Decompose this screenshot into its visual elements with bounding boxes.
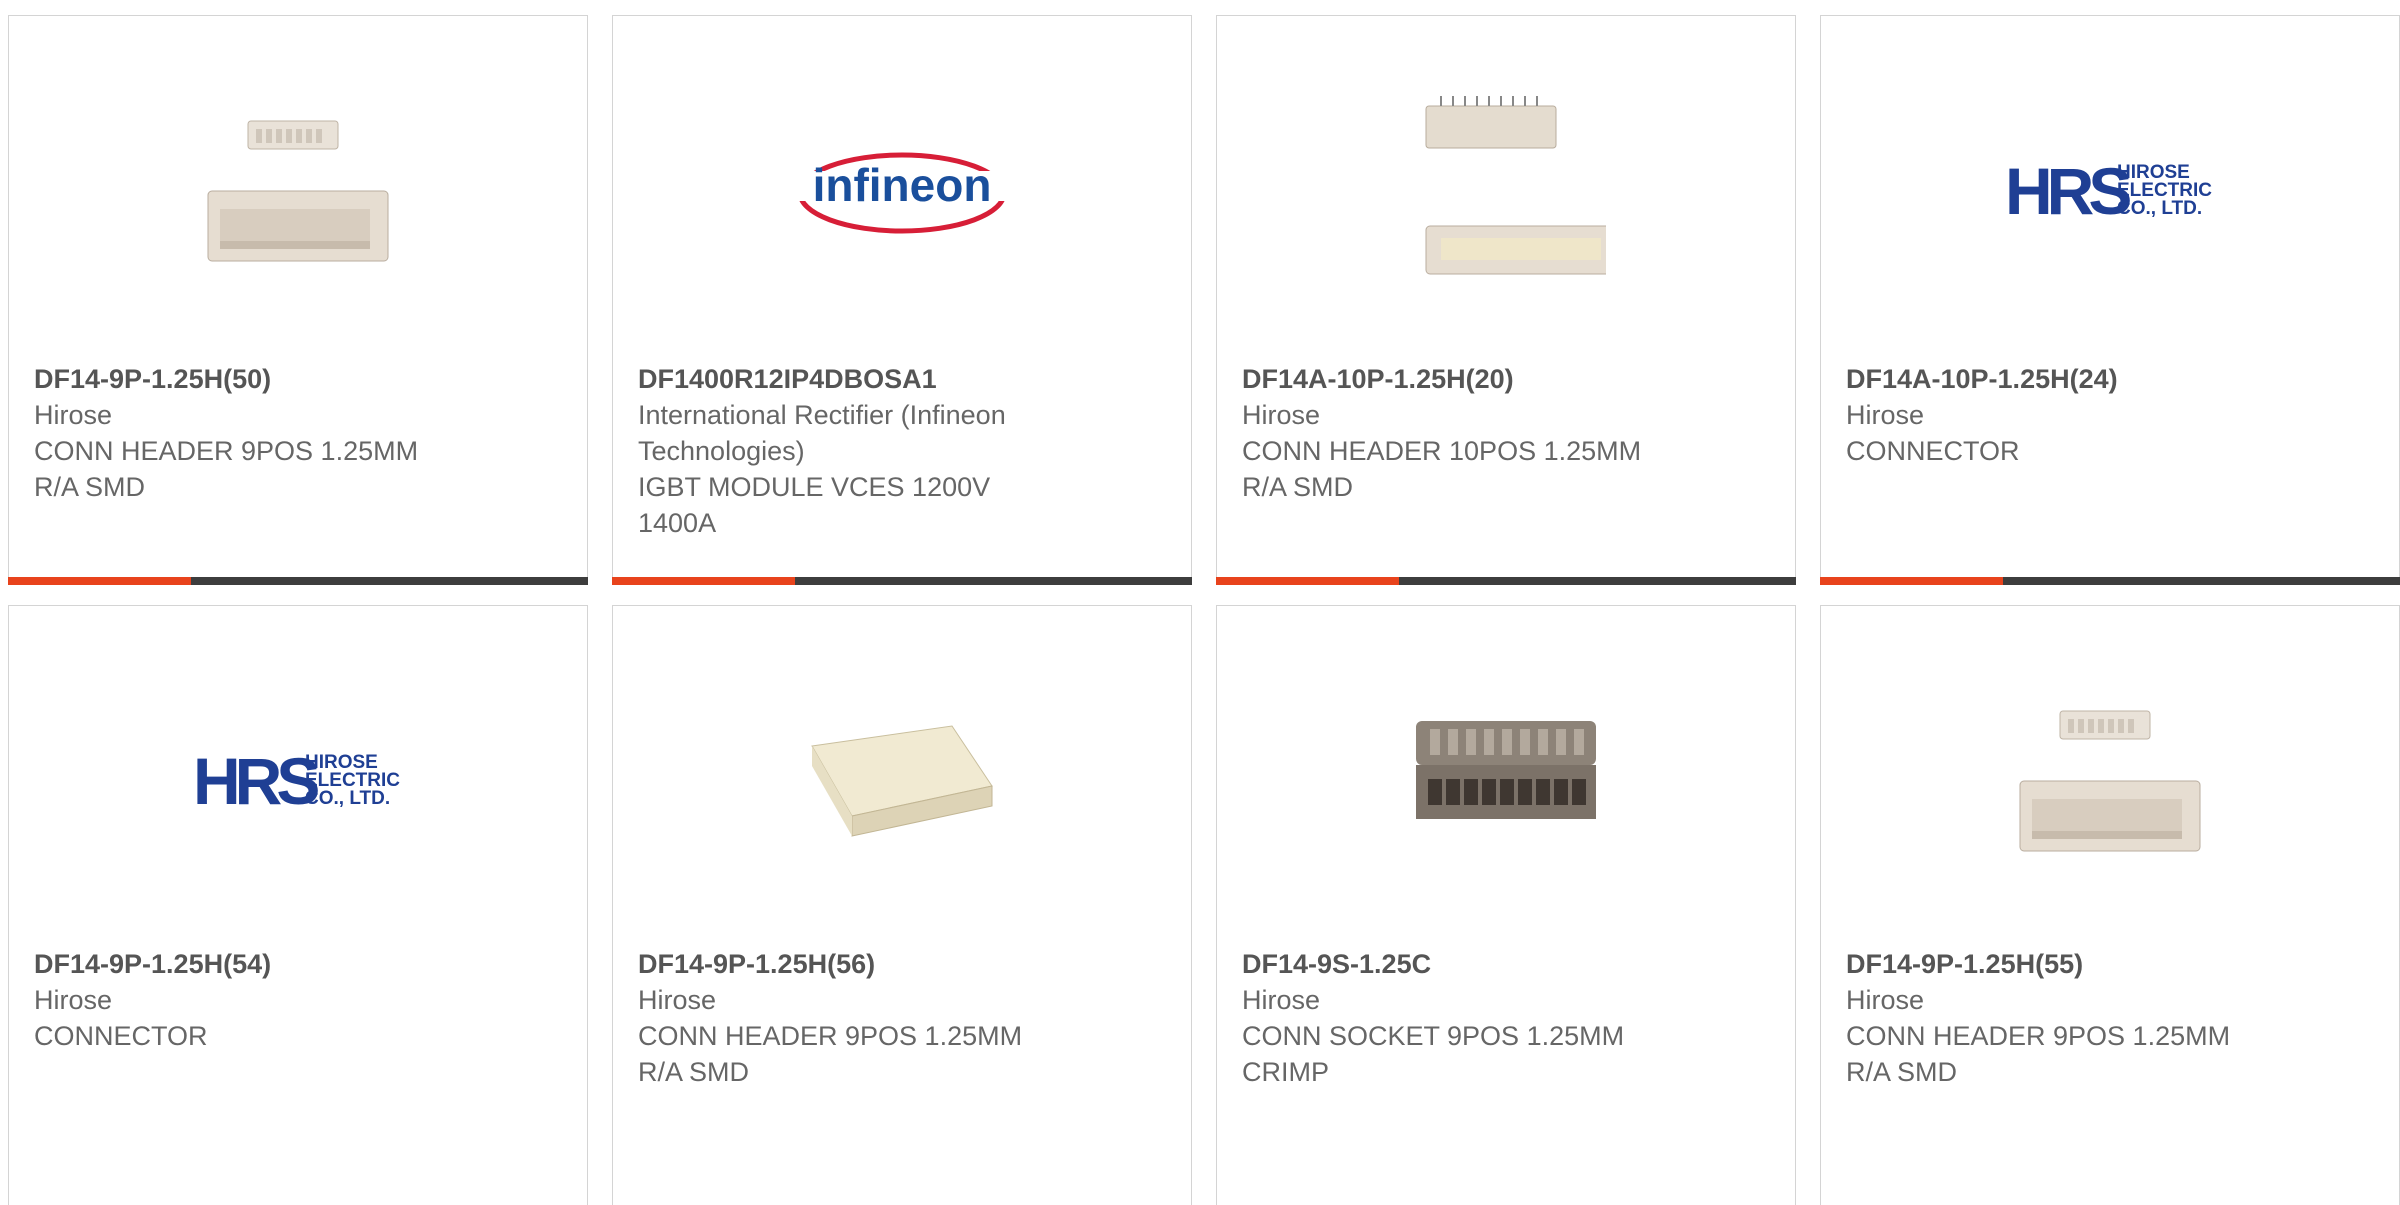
logo-subtext-3: CO., LTD. <box>305 788 390 809</box>
connector-header-pair-icon[interactable] <box>9 86 587 296</box>
product-card[interactable]: DF14-9S-1.25C Hirose CONN SOCKET 9POS 1.… <box>1216 605 1796 1205</box>
description-line-1: CONN HEADER 9POS 1.25MM <box>638 1021 1023 1051</box>
product-card[interactable]: HRS HIROSE ELECTRIC CO., LTD. DF14A-10P-… <box>1820 15 2400 585</box>
part-number[interactable]: DF14A-10P-1.25H(24) <box>1846 361 2374 397</box>
manufacturer: Hirose <box>1846 400 1925 430</box>
description-line-1: CONN SOCKET 9POS 1.25MM <box>1242 1021 1625 1051</box>
description-line-2: CRIMP <box>1242 1057 1329 1087</box>
connector-header-pair-icon[interactable] <box>1821 676 2399 886</box>
manufacturer: Hirose <box>1242 985 1321 1015</box>
card-bottom-bar <box>1216 577 1796 585</box>
manufacturer: International Rectifier (Infineon <box>638 400 1006 430</box>
part-number[interactable]: DF14-9P-1.25H(54) <box>34 946 562 982</box>
logo-subtext-3: CO., LTD. <box>2117 198 2202 219</box>
connector-header-pair-icon[interactable] <box>1217 86 1795 296</box>
connector-socket-icon[interactable] <box>1217 676 1795 886</box>
description-line-2: R/A SMD <box>638 1057 750 1087</box>
card-bottom-bar <box>1820 577 2400 585</box>
logo-text: infineon <box>813 159 992 211</box>
card-bottom-bar <box>8 577 588 585</box>
product-card[interactable]: DF14A-10P-1.25H(20) Hirose CONN HEADER 1… <box>1216 15 1796 585</box>
logo-text: HRS <box>193 746 318 816</box>
manufacturer: Hirose <box>1846 985 1925 1015</box>
part-number[interactable]: DF14A-10P-1.25H(20) <box>1242 361 1770 397</box>
description-line-1: CONNECTOR <box>34 1021 208 1051</box>
product-card[interactable]: HRS HIROSE ELECTRIC CO., LTD. DF14-9P-1.… <box>8 605 588 1205</box>
description-line-1: CONN HEADER 9POS 1.25MM <box>34 436 419 466</box>
part-number[interactable]: DF14-9P-1.25H(50) <box>34 361 562 397</box>
infineon-logo[interactable]: infineon <box>613 86 1191 296</box>
hrs-logo[interactable]: HRS HIROSE ELECTRIC CO., LTD. <box>1821 86 2399 296</box>
description-line-1: IGBT MODULE VCES 1200V <box>638 472 991 502</box>
product-card[interactable]: DF14-9P-1.25H(55) Hirose CONN HEADER 9PO… <box>1820 605 2400 1205</box>
product-card[interactable]: DF14-9P-1.25H(56) Hirose CONN HEADER 9PO… <box>612 605 1192 1205</box>
description-line-2: 1400A <box>638 508 717 538</box>
description-line-1: CONN HEADER 9POS 1.25MM <box>1846 1021 2231 1051</box>
product-card[interactable]: infineon DF1400R12IP4DBOSA1 Internationa… <box>612 15 1192 585</box>
card-bottom-bar <box>612 577 1192 585</box>
manufacturer-line-2: Technologies) <box>638 436 805 466</box>
description-line-2: R/A SMD <box>1242 472 1354 502</box>
description-line-2: R/A SMD <box>34 472 146 502</box>
logo-text: HRS <box>2005 156 2130 226</box>
description-line-2: R/A SMD <box>1846 1057 1958 1087</box>
connector-header-icon[interactable] <box>613 676 1191 886</box>
part-number[interactable]: DF1400R12IP4DBOSA1 <box>638 361 1166 397</box>
manufacturer: Hirose <box>638 985 717 1015</box>
manufacturer: Hirose <box>1242 400 1321 430</box>
description-line-1: CONNECTOR <box>1846 436 2020 466</box>
part-number[interactable]: DF14-9S-1.25C <box>1242 946 1770 982</box>
description-line-1: CONN HEADER 10POS 1.25MM <box>1242 436 1642 466</box>
part-number[interactable]: DF14-9P-1.25H(56) <box>638 946 1166 982</box>
hrs-logo[interactable]: HRS HIROSE ELECTRIC CO., LTD. <box>9 676 587 886</box>
product-card[interactable]: DF14-9P-1.25H(50) Hirose CONN HEADER 9PO… <box>8 15 588 585</box>
manufacturer: Hirose <box>34 985 113 1015</box>
part-number[interactable]: DF14-9P-1.25H(55) <box>1846 946 2374 982</box>
manufacturer: Hirose <box>34 400 113 430</box>
